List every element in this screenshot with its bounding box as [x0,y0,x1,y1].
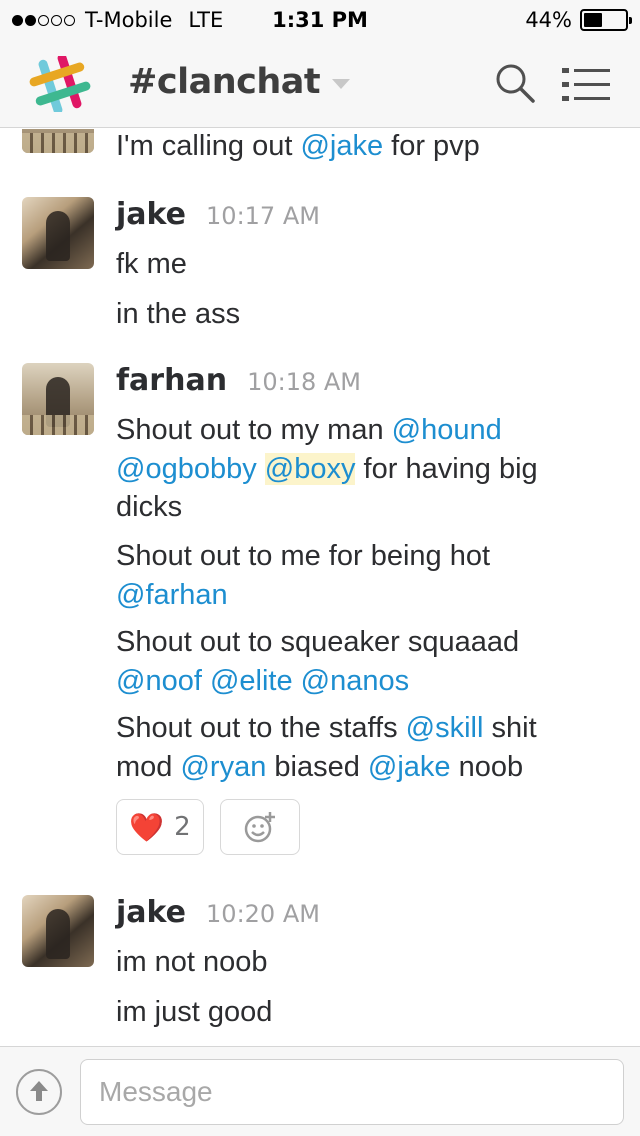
menu-icon[interactable] [562,66,610,102]
reaction-heart-button[interactable]: ❤️ 2 [116,799,204,855]
message-text: Shout out to the staffs @skill shit mod … [116,712,537,783]
status-bar: T-Mobile LTE 1:31 PM 44% [0,0,640,40]
message-header: farhan 10:18 AM [116,363,361,398]
arrow-up-icon [30,1081,48,1101]
mention-link[interactable]: @noof [116,665,202,697]
channel-name: #clanchat [128,62,321,102]
reaction-count: 2 [174,812,191,842]
mention-link[interactable]: @hound [392,414,502,446]
channel-switcher[interactable]: #clanchat [128,62,351,102]
message-text: fk me [116,248,187,280]
mention-link[interactable]: @elite [210,665,293,697]
message-timestamp: 10:17 AM [206,202,320,230]
mention-link[interactable]: @nanos [301,665,409,697]
message-input[interactable]: Message [80,1059,624,1125]
message-author[interactable]: jake [116,895,186,930]
mention-link[interactable]: @jake [368,751,451,783]
message-text: Shout out to my man @hound @ogbobby @box… [116,414,538,523]
avatar[interactable] [22,129,94,153]
message-text: im not noob [116,946,268,978]
mention-link[interactable]: @ogbobby [116,453,257,485]
message-text: Shout out to me for being hot @farhan [116,540,491,611]
battery-level-fill [584,13,602,27]
message-text: im just good [116,996,273,1028]
add-reaction-button[interactable] [220,799,300,855]
message-composer: Message [0,1046,640,1136]
status-right: 44% [525,8,632,32]
channel-header: #clanchat [0,40,640,128]
mention-link[interactable]: @farhan [116,579,228,611]
mention-link[interactable]: @jake [300,130,383,162]
battery-percent: 44% [525,8,572,32]
slack-logo-icon[interactable] [28,56,92,112]
upload-button[interactable] [16,1069,62,1115]
search-icon[interactable] [494,62,536,104]
message-text: in the ass [116,298,241,330]
avatar[interactable] [22,895,94,967]
heart-icon: ❤️ [129,810,165,844]
message-text: I'm calling out @jake for pvp [116,130,480,162]
mention-link[interactable]: @skill [406,712,484,744]
mention-link[interactable]: @ryan [180,751,266,783]
message-text: Shout out to squeaker squaaad @noof @eli… [116,626,520,697]
message-author[interactable]: farhan [116,363,227,398]
message-list[interactable]: I'm calling out @jake for pvp jake 10:17… [0,129,640,1046]
message-header: jake 10:17 AM [116,197,320,232]
battery-icon [580,9,632,31]
message-timestamp: 10:18 AM [247,368,361,396]
message-author[interactable]: jake [116,197,186,232]
message-header: jake 10:20 AM [116,895,320,930]
message-timestamp: 10:20 AM [206,900,320,928]
mention-link-highlighted[interactable]: @boxy [264,452,356,485]
chevron-down-icon [332,79,351,89]
avatar[interactable] [22,363,94,435]
add-reaction-icon [244,812,275,843]
avatar[interactable] [22,197,94,269]
